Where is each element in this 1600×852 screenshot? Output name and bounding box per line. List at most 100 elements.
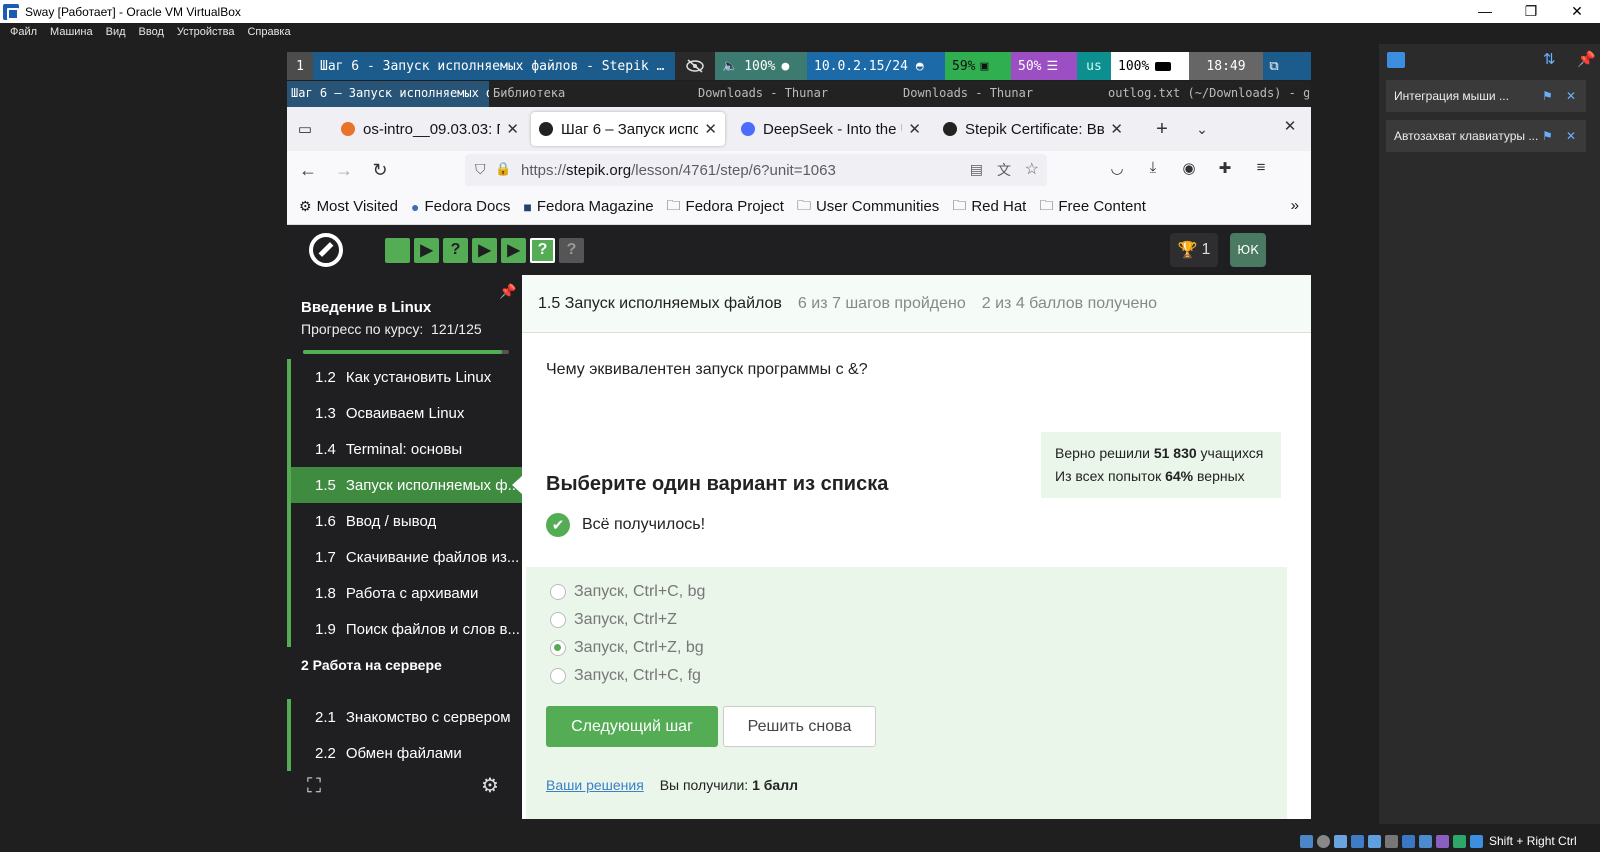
shield-icon[interactable]: ⛉ <box>475 161 486 178</box>
close-button[interactable]: ✕ <box>1554 0 1600 23</box>
tab-list-chevron-icon[interactable]: ⌄ <box>1187 121 1217 138</box>
sidebar-lesson-item[interactable]: 1.4 Terminal: основы <box>287 431 522 467</box>
radio-button[interactable] <box>550 584 566 600</box>
cpu-icon[interactable] <box>1436 834 1449 848</box>
step-indicator[interactable]: ▶ <box>414 237 439 263</box>
step-indicator[interactable]: ? <box>559 237 584 263</box>
bookmark-free-content[interactable]: 🗀 Free Content <box>1039 195 1146 219</box>
sway-tab[interactable]: Downloads - Thunar <box>694 81 899 107</box>
bookmark-fedora-magazine[interactable]: ■ Fedora Magazine <box>523 198 653 215</box>
step-indicator[interactable]: ? <box>530 237 555 263</box>
retry-button[interactable]: Решить снова <box>723 706 876 747</box>
lock-icon[interactable]: 🔒 <box>495 161 511 177</box>
downloads-icon[interactable]: ⤓ <box>1138 159 1168 176</box>
reload-icon[interactable]: ↻ <box>365 160 395 181</box>
tab-close-icon[interactable]: ✕ <box>506 120 519 138</box>
course-title[interactable]: Введение в Linux <box>301 299 431 316</box>
bookmark-fedora-project[interactable]: 🗀 Fedora Project <box>667 195 784 219</box>
tab-close-icon[interactable]: ✕ <box>908 120 921 138</box>
workspace-button[interactable]: 1 <box>287 52 313 80</box>
forward-arrow-icon[interactable]: → <box>329 160 359 181</box>
notification-close-icon[interactable]: ✕ <box>1566 129 1576 143</box>
browser-tab[interactable]: DeepSeek - Into the Un ✕ <box>733 112 929 146</box>
hdd-icon[interactable] <box>1300 834 1313 848</box>
keyboard-layout[interactable]: us <box>1077 52 1111 80</box>
step-indicator[interactable] <box>385 237 410 263</box>
avatar[interactable]: ЮК <box>1230 233 1266 267</box>
sidebar-lesson-item[interactable]: 2.2 Обмен файлами <box>287 735 522 771</box>
radio-button[interactable] <box>550 640 566 656</box>
window-close-icon[interactable]: ✕ <box>1275 117 1305 135</box>
notification-close-icon[interactable]: ✕ <box>1566 89 1576 103</box>
pin-icon[interactable]: 📌 <box>1577 50 1596 68</box>
menu-help[interactable]: Справка <box>247 26 290 38</box>
bookmark-star-icon[interactable]: ☆ <box>1025 159 1039 179</box>
sidebar-lesson-item[interactable]: 2.1 Знакомство с сервером <box>287 699 522 735</box>
audio-icon[interactable] <box>1334 834 1347 848</box>
sway-tab[interactable]: Downloads - Thunar <box>899 81 1104 107</box>
sidebar-lesson-item[interactable]: 1.7 Скачивание файлов из... <box>287 539 522 575</box>
menu-hamburger-icon[interactable]: ≡ <box>1246 159 1276 176</box>
sway-tab[interactable]: Библиотека <box>489 81 694 107</box>
mouse-integration-icon[interactable] <box>1453 834 1466 848</box>
sidebar-lesson-item[interactable]: 1.8 Работа с архивами <box>287 575 522 611</box>
notification-center-icon[interactable] <box>1387 52 1405 68</box>
notification-item[interactable]: Интеграция мыши ... ⚑ ✕ <box>1386 80 1586 112</box>
next-step-button[interactable]: Следующий шаг <box>546 706 718 747</box>
step-indicator[interactable]: ▶ <box>472 237 497 263</box>
bookmark-most-visited[interactable]: ⚙ Most Visited <box>299 198 398 215</box>
sidebar-lesson-item[interactable]: 1.3 Осваиваем Linux <box>287 395 522 431</box>
notification-item[interactable]: Автозахват клавиатуры ... ⚑ ✕ <box>1386 120 1586 152</box>
sidebar-lesson-item[interactable]: 1.5 Запуск исполняемых ф... <box>287 467 522 503</box>
firefox-view-icon[interactable]: ▭ <box>287 120 323 138</box>
module-title[interactable]: 2 Работа на сервере <box>301 657 442 673</box>
gear-icon[interactable]: ⚙ <box>481 773 499 798</box>
bookmark-user-communities[interactable]: 🗀 User Communities <box>797 195 939 219</box>
pocket-icon[interactable]: ◡ <box>1102 159 1132 177</box>
usb-icon[interactable] <box>1368 834 1381 848</box>
menu-devices[interactable]: Устройства <box>177 26 235 38</box>
browser-tab-active[interactable]: Шаг 6 – Запуск исполн ✕ <box>531 112 725 146</box>
pin-icon[interactable]: 📌 <box>499 283 516 300</box>
browser-tab[interactable]: Stepik Certificate: Введ ✕ <box>935 112 1131 146</box>
sway-tab[interactable]: outlog.txt (~/Downloads) - geo <box>1104 81 1309 107</box>
your-solutions-link[interactable]: Ваши решения <box>546 777 644 793</box>
bookmark-red-hat[interactable]: 🗀 Red Hat <box>952 195 1026 219</box>
answer-option[interactable]: Запуск, Ctrl+C, fg <box>550 667 701 685</box>
account-icon[interactable]: ◉ <box>1174 159 1204 177</box>
radio-button[interactable] <box>550 668 566 684</box>
recording-icon[interactable] <box>1419 834 1432 848</box>
translate-icon[interactable]: 文 <box>997 160 1011 180</box>
menu-view[interactable]: Вид <box>106 26 126 38</box>
minimize-button[interactable]: — <box>1462 0 1508 23</box>
menu-file[interactable]: Файл <box>10 26 37 38</box>
answer-option[interactable]: Запуск, Ctrl+C, bg <box>550 583 705 601</box>
extensions-icon[interactable]: ✚ <box>1210 159 1240 177</box>
step-indicator[interactable]: ▶ <box>501 237 526 263</box>
sidebar-lesson-item[interactable]: 1.9 Поиск файлов и слов в... <box>287 611 522 647</box>
notification-pin-icon[interactable]: ⚑ <box>1542 129 1553 143</box>
bookmarks-overflow-chevron-icon[interactable]: » <box>1291 197 1299 214</box>
new-tab-button[interactable]: + <box>1147 118 1177 141</box>
network-icon[interactable] <box>1351 834 1364 848</box>
volume-indicator[interactable]: 🔈 100% ● <box>715 52 807 80</box>
trophy-button[interactable]: 🏆 1 <box>1170 233 1218 267</box>
tab-close-icon[interactable]: ✕ <box>704 120 717 138</box>
fullscreen-icon[interactable]: ⛶ <box>307 775 321 798</box>
keyboard-icon[interactable] <box>1470 834 1483 848</box>
menu-input[interactable]: Ввод <box>139 26 164 38</box>
step-indicator[interactable]: ? <box>443 237 468 263</box>
browser-tab[interactable]: os-intro__09.03.03: Пр ✕ <box>333 112 527 146</box>
tab-close-icon[interactable]: ✕ <box>1110 120 1123 138</box>
sway-tab[interactable]: Шаг 6 – Запуск исполняемых фай <box>287 81 489 107</box>
sort-icon[interactable]: ⇅ <box>1543 50 1556 68</box>
bookmark-fedora-docs[interactable]: ● Fedora Docs <box>411 198 510 215</box>
reader-view-icon[interactable]: ▤ <box>970 161 983 178</box>
eye-slash-icon[interactable] <box>675 52 715 80</box>
display-icon[interactable] <box>1402 834 1415 848</box>
optical-drive-icon[interactable] <box>1317 834 1330 848</box>
url-bar[interactable]: ⛉ 🔒 https:// stepik.org /lesson/4761/ste… <box>465 154 1047 186</box>
restore-button[interactable]: ❐ <box>1508 0 1554 23</box>
shared-folders-icon[interactable] <box>1385 834 1398 848</box>
sidebar-lesson-item[interactable]: 1.2 Как установить Linux <box>287 359 522 395</box>
